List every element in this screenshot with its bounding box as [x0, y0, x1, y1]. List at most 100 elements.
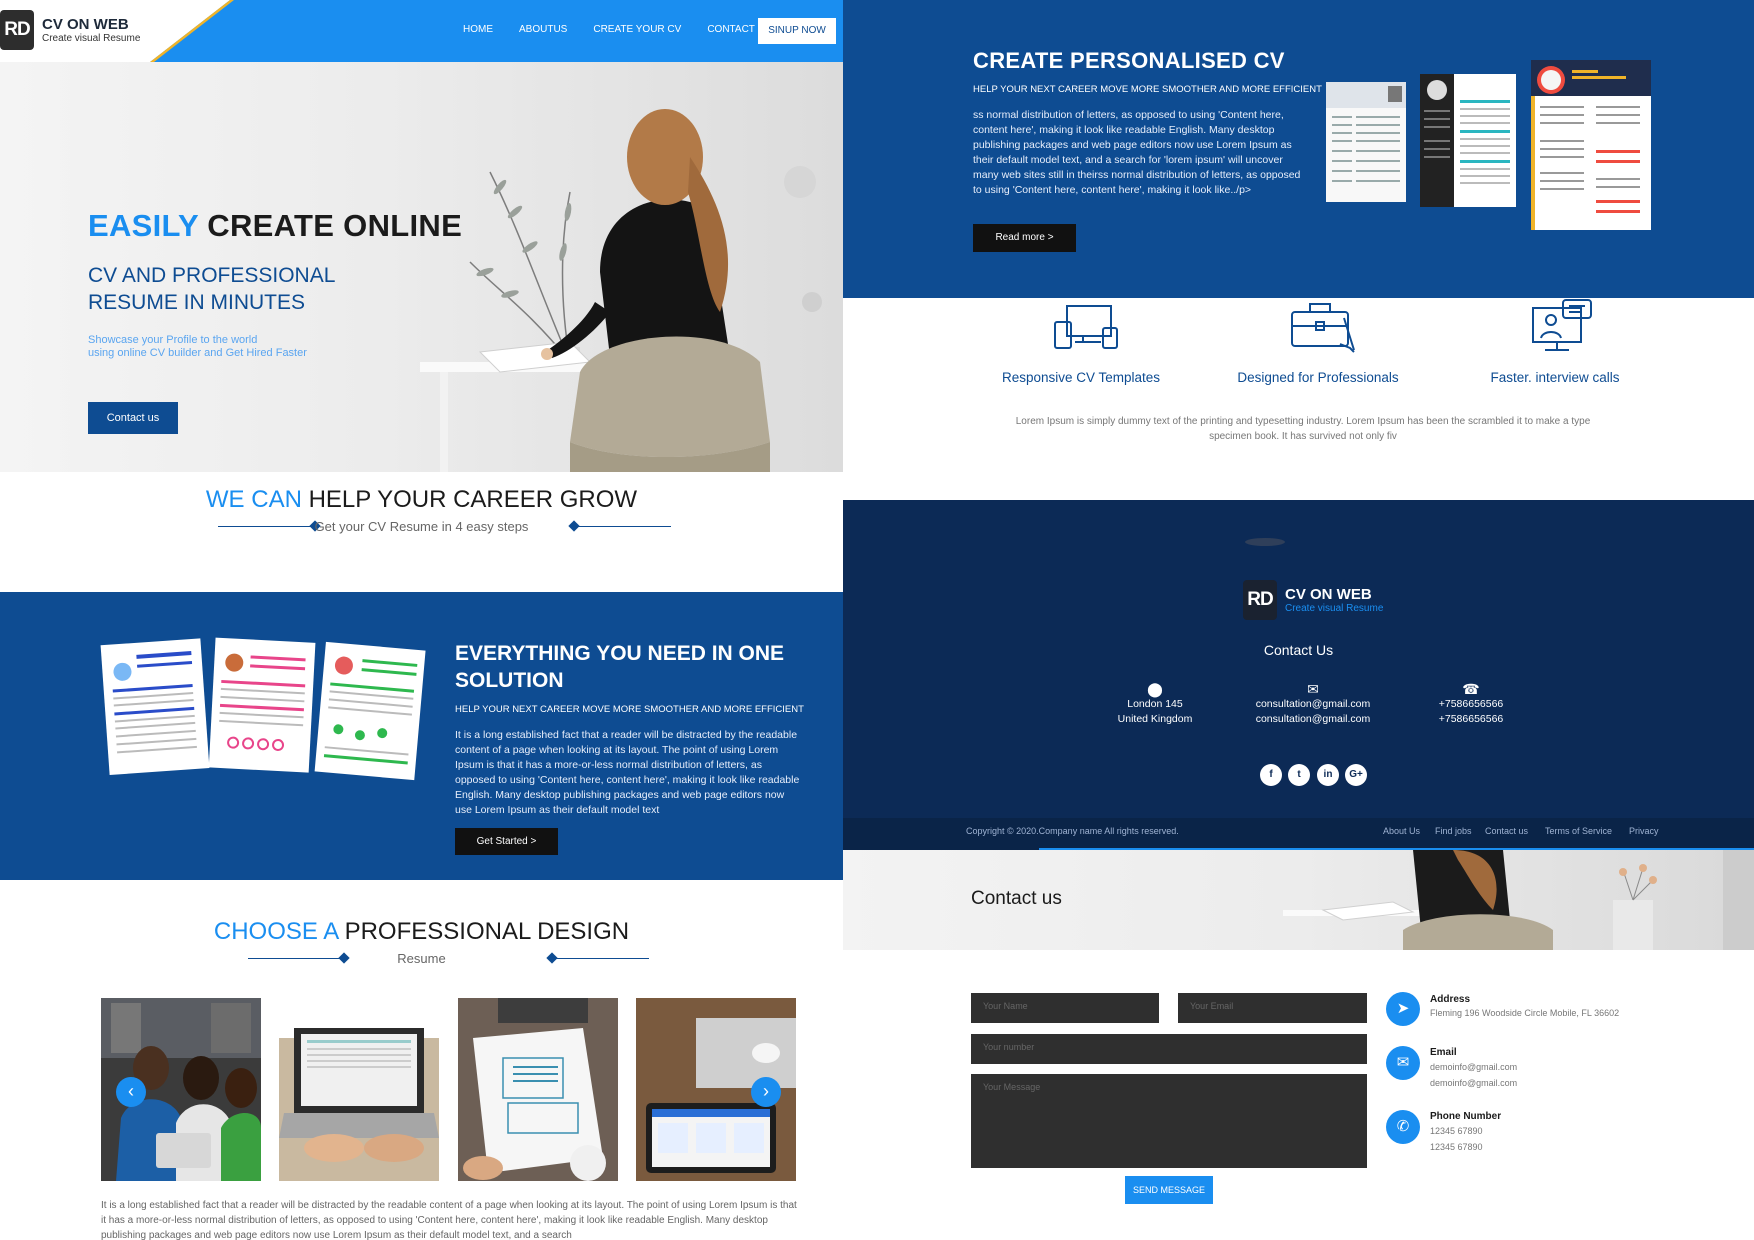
footer-dot: [1245, 538, 1285, 546]
get-started-button[interactable]: Get Started >: [455, 828, 558, 855]
signup-button[interactable]: SINUP NOW: [758, 18, 836, 44]
address-line: Fleming 196 Woodside Circle Mobile, FL 3…: [1430, 1008, 1620, 1018]
carousel-prev-button[interactable]: ‹: [116, 1077, 146, 1107]
footer-logo-name: CV ON WEB: [1285, 586, 1372, 603]
nav-aboutus[interactable]: ABOUTUS: [506, 18, 580, 41]
footer-phone: ☎ +7586656566 +7586656566: [1381, 682, 1561, 727]
career-grow-subtitle: Get your CV Resume in 4 easy steps: [314, 519, 529, 534]
logo-mark: RD: [0, 10, 34, 50]
video-call-icon: [1532, 299, 1592, 351]
everything-kicker: HELP YOUR NEXT CAREER MOVE MORE SMOOTHER…: [455, 704, 804, 715]
briefcase-icon: [1291, 303, 1355, 353]
twitter-icon[interactable]: t: [1288, 764, 1310, 786]
create-cv-section: CREATE PERSONALISED CV HELP YOUR NEXT CA…: [843, 0, 1754, 298]
contact-banner-title: Contact us: [971, 888, 1062, 909]
everything-title: EVERYTHING YOU NEED IN ONE SOLUTION: [455, 642, 785, 692]
hero-title-rest: CREATE ONLINE: [198, 208, 463, 243]
features-description: Lorem Ipsum is simply dummy text of the …: [1015, 416, 1591, 442]
devices-icon: [1054, 305, 1118, 349]
footer-link-about[interactable]: About Us: [1383, 826, 1420, 836]
hero-subtitle: CV AND PROFESSIONAL RESUME IN MINUTES: [88, 264, 335, 314]
footer-link-privacy[interactable]: Privacy: [1629, 826, 1659, 836]
page-root: RD CV ON WEB Create visual Resume HOME A…: [0, 0, 1754, 1240]
email-title: Email: [1430, 1047, 1457, 1058]
choose-design-subtitle: Resume: [397, 951, 446, 966]
hero-tagline-line-1: Showcase your Profile to the world: [88, 334, 258, 346]
footer-address-line-2: United Kingdom: [1117, 713, 1193, 725]
career-grow-title: WE CAN HELP YOUR CAREER GROW: [0, 486, 843, 514]
address-title: Address: [1430, 994, 1471, 1005]
navigation-arrow-icon: ➤: [1386, 992, 1420, 1026]
gallery-photo-laptop[interactable]: [279, 998, 439, 1181]
cv-templates-preview: [1326, 60, 1651, 230]
linkedin-icon[interactable]: in: [1317, 764, 1339, 786]
footer-link-contact[interactable]: Contact us: [1485, 826, 1528, 836]
feature-professionals-label: Designed for Professionals: [1237, 370, 1399, 385]
contact-banner-illustration: [1283, 850, 1754, 950]
footer-logo-tagline: Create visual Resume: [1285, 603, 1384, 614]
hero-tagline-line-2: using online CV builder and Get Hired Fa…: [88, 347, 307, 359]
create-cv-kicker: HELP YOUR NEXT CAREER MOVE MORE SMOOTHER…: [973, 84, 1322, 95]
footer-email-line-1[interactable]: consultation@gmail.com: [1223, 697, 1403, 712]
email-input[interactable]: Your Email: [1178, 993, 1367, 1023]
hero-title: EASILY CREATE ONLINE: [88, 208, 462, 244]
main-nav: HOME ABOUTUS CREATE YOUR CV CONTACT US: [450, 18, 784, 41]
create-cv-title: CREATE PERSONALISED CV: [973, 48, 1285, 73]
location-pin-icon: ⬤: [1147, 681, 1163, 697]
footer-email: ✉ consultation@gmail.com consultation@gm…: [1223, 682, 1403, 727]
name-input[interactable]: Your Name: [971, 993, 1159, 1023]
contact-form-section: Your Name Your Email Your number Your Me…: [843, 950, 1754, 1240]
logo-name: CV ON WEB: [42, 16, 129, 33]
choose-design-title-accent: CHOOSE A: [213, 918, 338, 945]
phone-icon: ☎: [1462, 681, 1480, 697]
carousel-next-button[interactable]: ›: [751, 1077, 781, 1107]
career-grow-section: WE CAN HELP YOUR CAREER GROW Get your CV…: [0, 472, 843, 592]
footer-link-terms[interactable]: Terms of Service: [1545, 826, 1612, 836]
footer-address: ⬤ London 145 United Kingdom: [1065, 682, 1245, 727]
site-footer: RD CV ON WEB Create visual Resume Contac…: [843, 500, 1754, 852]
career-grow-title-accent: WE CAN: [205, 486, 302, 513]
create-cv-body: ss normal distribution of letters, as op…: [973, 109, 1301, 196]
hero-title-accent: EASILY: [88, 208, 199, 243]
divider-right: [575, 526, 671, 527]
logo[interactable]: RD CV ON WEB Create visual Resume: [0, 10, 140, 50]
hero-illustration: [420, 109, 822, 472]
feature-interview-label: Faster. interview calls: [1490, 370, 1620, 385]
features-section: Responsive CV Templates Designed for Pro…: [843, 298, 1754, 500]
contact-banner: Contact us: [843, 850, 1754, 950]
resume-stack-illustration: [100, 637, 426, 781]
hero-section: EASILY CREATE ONLINE CV AND PROFESSIONAL…: [0, 62, 843, 472]
everything-body: It is a long established fact that a rea…: [455, 729, 800, 816]
choose-design-title: CHOOSE A PROFESSIONAL DESIGN: [0, 918, 843, 946]
hero-contact-button[interactable]: Contact us: [88, 402, 178, 434]
footer-address-line-1: London 145: [1127, 698, 1183, 710]
footer-link-jobs[interactable]: Find jobs: [1435, 826, 1472, 836]
send-message-button[interactable]: SEND MESSAGE: [1125, 1176, 1213, 1204]
gallery-photo-paper[interactable]: [458, 998, 618, 1181]
footer-logo[interactable]: RD CV ON WEB Create visual Resume: [1243, 580, 1383, 620]
email-line-1[interactable]: demoinfo@gmail.com: [1430, 1062, 1517, 1072]
footer-phone-line-1: +7586656566: [1438, 698, 1504, 710]
footer-contact-heading: Contact Us: [1263, 642, 1334, 658]
everything-section: EVERYTHING YOU NEED IN ONE SOLUTION HELP…: [0, 592, 843, 880]
phone-line-1: 12345 67890: [1430, 1126, 1483, 1136]
feature-responsive-label: Responsive CV Templates: [1001, 370, 1161, 385]
choose-design-body: It is a long established fact that a rea…: [101, 1200, 797, 1240]
footer-phone-line-2: +7586656566: [1438, 713, 1504, 725]
phone-title: Phone Number: [1430, 1111, 1502, 1122]
number-input[interactable]: Your number: [971, 1034, 1367, 1064]
facebook-icon[interactable]: f: [1260, 764, 1282, 786]
career-grow-title-rest: HELP YOUR CAREER GROW: [301, 486, 638, 513]
message-textarea[interactable]: Your Message: [971, 1074, 1367, 1168]
choose-design-section: CHOOSE A PROFESSIONAL DESIGN Resume ‹ › …: [0, 880, 843, 1240]
mail-icon: ✉: [1386, 1046, 1420, 1080]
google-plus-icon[interactable]: G+: [1345, 764, 1367, 786]
email-line-2[interactable]: demoinfo@gmail.com: [1430, 1078, 1517, 1088]
phone-line-2: 12345 67890: [1430, 1142, 1483, 1152]
choose-design-title-rest: PROFESSIONAL DESIGN: [337, 918, 630, 945]
footer-email-line-2[interactable]: consultation@gmail.com: [1223, 712, 1403, 727]
nav-home[interactable]: HOME: [450, 18, 506, 41]
hero-tagline: Showcase your Profile to the world using…: [88, 334, 368, 360]
nav-create-cv[interactable]: CREATE YOUR CV: [580, 18, 694, 41]
read-more-button[interactable]: Read more >: [973, 224, 1076, 252]
